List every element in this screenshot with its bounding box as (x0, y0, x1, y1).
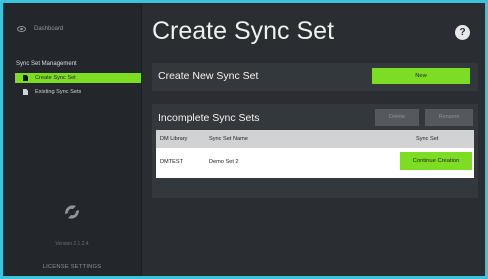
sidebar-item-label: Create Sync Set (35, 75, 76, 81)
sidebar-item-label: Existing Sync Sets (35, 89, 82, 95)
eye-icon (17, 26, 26, 32)
version-text: Version 2.1.2.4 (55, 241, 89, 247)
sidebar: Dashboard Sync Set Management Create Syn… (3, 3, 142, 276)
document-icon (23, 75, 28, 81)
new-button[interactable]: New (372, 68, 470, 84)
sidebar-item-create-sync-set[interactable]: Create Sync Set (15, 73, 141, 83)
column-header-sync-set: Sync Set (416, 136, 439, 142)
dashboard-link[interactable]: Dashboard (17, 26, 63, 32)
continue-creation-button[interactable]: Continue Creation (400, 152, 472, 170)
sync-logo-icon (61, 201, 83, 223)
help-icon[interactable]: ? (455, 25, 470, 40)
document-icon (23, 89, 28, 95)
table-row[interactable]: DMTEST Demo Set 2 Continue Creation (156, 148, 474, 178)
rename-button[interactable]: Rename (425, 109, 473, 126)
create-new-sync-set-panel: Create New Sync Set New (152, 63, 478, 91)
license-settings-link[interactable]: LICENSE SETTINGS (3, 264, 141, 270)
delete-button[interactable]: Delete (375, 109, 419, 126)
table-header: DM Library Sync Set Name Sync Set (156, 130, 474, 148)
cell-library: DMTEST (160, 159, 183, 165)
cell-name: Demo Set 2 (209, 159, 239, 165)
sidebar-item-existing-sync-sets[interactable]: Existing Sync Sets (15, 87, 141, 97)
incomplete-sync-sets-panel: Incomplete Sync Sets Delete Rename DM Li… (152, 104, 478, 198)
column-header-library: DM Library (160, 136, 188, 142)
panel-title: Incomplete Sync Sets (158, 112, 260, 124)
sidebar-section-title: Sync Set Management (16, 61, 77, 67)
panel-title: Create New Sync Set (158, 70, 259, 82)
dashboard-label: Dashboard (34, 26, 64, 32)
app-window: Dashboard Sync Set Management Create Syn… (3, 3, 485, 276)
page-title: Create Sync Set (152, 17, 335, 45)
column-header-name: Sync Set Name (209, 136, 248, 142)
